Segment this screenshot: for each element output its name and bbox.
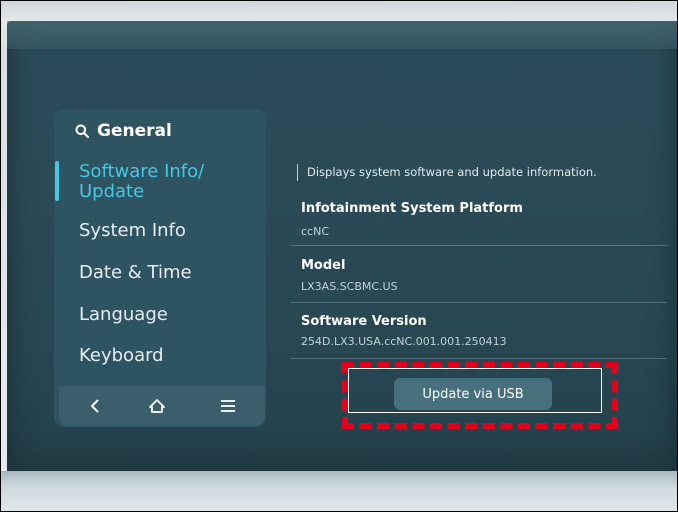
home-button[interactable]	[142, 393, 172, 419]
sidebar-item-date-time[interactable]: Date & Time	[79, 263, 192, 283]
divider	[291, 302, 667, 303]
divider	[291, 245, 667, 246]
platform-value: ccNC	[301, 225, 330, 238]
software-version-title: Software Version	[301, 314, 427, 329]
back-icon	[90, 399, 99, 413]
active-indicator	[55, 161, 59, 201]
sidebar-header-label: General	[97, 121, 172, 141]
home-icon	[149, 399, 165, 413]
sidebar-item-system-info[interactable]: System Info	[79, 221, 186, 241]
lower-bezel	[1, 471, 677, 511]
red-dashed-highlight	[342, 362, 618, 429]
page-description: Displays system software and update info…	[307, 165, 597, 179]
screenshot-frame: General Software Info/ Update System Inf…	[0, 0, 678, 512]
model-value: LX3AS.SCBMC.US	[301, 280, 398, 293]
software-version-value: 254D.LX3.USA.ccNC.001.001.250413	[301, 335, 507, 348]
screen-top-edge	[7, 21, 677, 49]
sidebar-item-label-line1: Software Info/	[79, 161, 205, 182]
search-icon	[75, 124, 89, 138]
menu-button[interactable]	[213, 393, 243, 419]
description-bar	[297, 164, 298, 181]
divider	[291, 358, 667, 359]
model-title: Model	[301, 258, 346, 273]
platform-title: Infotainment System Platform	[301, 201, 523, 216]
sidebar-item-language[interactable]: Language	[79, 305, 168, 325]
sidebar-item-software-info-update[interactable]: Software Info/ Update	[79, 162, 204, 202]
back-button[interactable]	[80, 393, 110, 419]
sidebar-item-label-line2: Update	[79, 181, 145, 202]
menu-icon	[221, 400, 235, 412]
sidebar-item-keyboard[interactable]: Keyboard	[79, 346, 164, 366]
sidebar-header[interactable]: General	[75, 121, 172, 141]
